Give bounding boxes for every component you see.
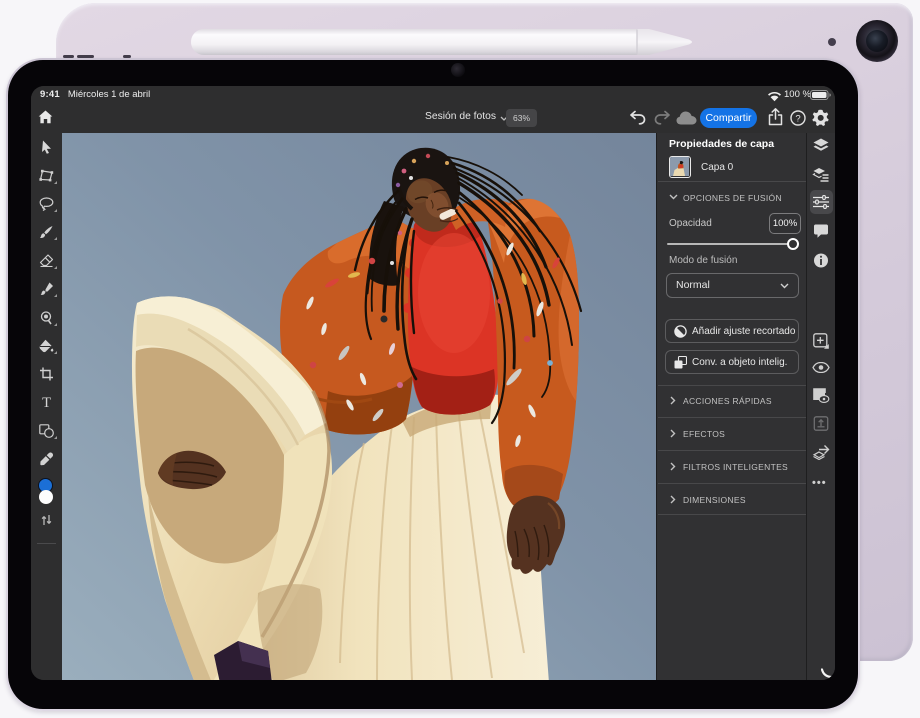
svg-text:T: T xyxy=(42,395,51,409)
svg-text:?: ? xyxy=(795,113,800,124)
